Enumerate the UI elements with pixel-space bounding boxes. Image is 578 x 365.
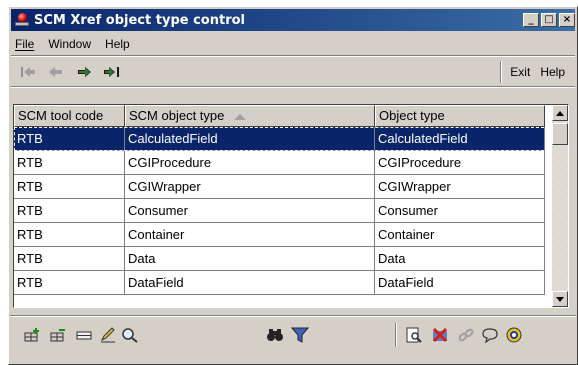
table-cell[interactable]: Container: [375, 223, 545, 247]
sort-ascending-icon: [234, 113, 247, 120]
insert-row-icon[interactable]: [22, 325, 42, 345]
scroll-down-button[interactable]: [552, 291, 568, 307]
table-row[interactable]: RTB Data Data: [14, 247, 554, 271]
table-cell[interactable]: RTB: [14, 199, 125, 223]
nav-separator: [500, 61, 503, 83]
first-record-icon[interactable]: [17, 62, 39, 82]
table-cell[interactable]: CGIProcedure: [375, 151, 545, 175]
table-row[interactable]: RTB CalculatedField CalculatedField: [14, 127, 554, 151]
cancel-icon[interactable]: [430, 325, 450, 345]
table-row[interactable]: RTB CGIProcedure CGIProcedure: [14, 151, 554, 175]
next-record-icon[interactable]: [73, 62, 95, 82]
table-cell[interactable]: RTB: [14, 247, 125, 271]
menu-file[interactable]: File: [15, 37, 34, 51]
table-cell[interactable]: Container: [125, 223, 375, 247]
column-header-scm-object-type[interactable]: SCM object type: [125, 105, 375, 127]
filter-icon[interactable]: [290, 325, 310, 345]
table-cell[interactable]: Consumer: [125, 199, 375, 223]
exit-button[interactable]: Exit: [510, 65, 530, 79]
navigation-toolbar: Exit Help: [11, 59, 575, 85]
clear-row-icon[interactable]: [74, 325, 94, 345]
table-cell[interactable]: RTB: [14, 151, 125, 175]
bottom-toolbar-separator: [395, 323, 397, 347]
grid-header: SCM tool code SCM object type Object typ…: [14, 105, 545, 127]
toolbar-separator: [11, 86, 575, 88]
edit-pencil-icon[interactable]: [98, 325, 118, 345]
table-cell[interactable]: Consumer: [375, 199, 545, 223]
menu-help[interactable]: Help: [105, 37, 130, 51]
table-cell[interactable]: Data: [375, 247, 545, 271]
vertical-scrollbar[interactable]: [552, 105, 568, 307]
xref-grid[interactable]: SCM tool code SCM object type Object typ…: [13, 104, 569, 308]
bottom-toolbar: [10, 319, 576, 351]
menu-bar: File Window Help: [11, 34, 575, 54]
nav-right-group: Exit Help: [500, 59, 575, 85]
grid-rows: RTB CalculatedField CalculatedField RTB CGIP…: [14, 127, 554, 295]
search-icon[interactable]: [120, 325, 140, 345]
comment-icon[interactable]: [480, 325, 500, 345]
table-row[interactable]: RTB CGIWrapper CGIWrapper: [14, 175, 554, 199]
column-header-object-type[interactable]: Object type: [375, 105, 545, 127]
scroll-up-button[interactable]: [552, 105, 568, 121]
table-cell[interactable]: CGIProcedure: [125, 151, 375, 175]
previous-record-icon[interactable]: [45, 62, 67, 82]
menu-window[interactable]: Window: [48, 37, 91, 51]
find-binoculars-icon[interactable]: [265, 325, 285, 345]
minimize-button[interactable]: _: [523, 13, 539, 27]
scroll-thumb[interactable]: [552, 123, 568, 145]
grid-bottom-separator: [10, 315, 576, 317]
table-row[interactable]: RTB Consumer Consumer: [14, 199, 554, 223]
table-cell[interactable]: RTB: [14, 223, 125, 247]
table-cell[interactable]: CGIWrapper: [125, 175, 375, 199]
table-cell[interactable]: RTB: [14, 271, 125, 295]
title-bar[interactable]: SCM Xref object type control _ □ ×: [11, 9, 575, 31]
table-row[interactable]: RTB DataField DataField: [14, 271, 554, 295]
table-cell[interactable]: DataField: [375, 271, 545, 295]
print-preview-icon[interactable]: [404, 325, 424, 345]
table-cell[interactable]: RTB: [14, 175, 125, 199]
maximize-button[interactable]: □: [541, 13, 557, 27]
table-cell[interactable]: CGIWrapper: [375, 175, 545, 199]
column-header-scm-tool-code[interactable]: SCM tool code: [14, 105, 125, 127]
help-icon[interactable]: [504, 325, 524, 345]
table-cell[interactable]: CalculatedField: [375, 127, 545, 151]
table-cell[interactable]: CalculatedField: [125, 127, 375, 151]
delete-row-icon[interactable]: [48, 325, 68, 345]
last-record-icon[interactable]: [101, 62, 123, 82]
help-button[interactable]: Help: [540, 65, 565, 79]
close-button[interactable]: ×: [559, 13, 575, 27]
table-row[interactable]: RTB Container Container: [14, 223, 554, 247]
menu-separator: [11, 55, 575, 57]
app-icon: [15, 13, 29, 27]
table-cell[interactable]: RTB: [14, 127, 125, 151]
table-cell[interactable]: Data: [125, 247, 375, 271]
table-cell[interactable]: DataField: [125, 271, 375, 295]
window-title: SCM Xref object type control: [34, 12, 245, 28]
link-icon[interactable]: [456, 325, 476, 345]
